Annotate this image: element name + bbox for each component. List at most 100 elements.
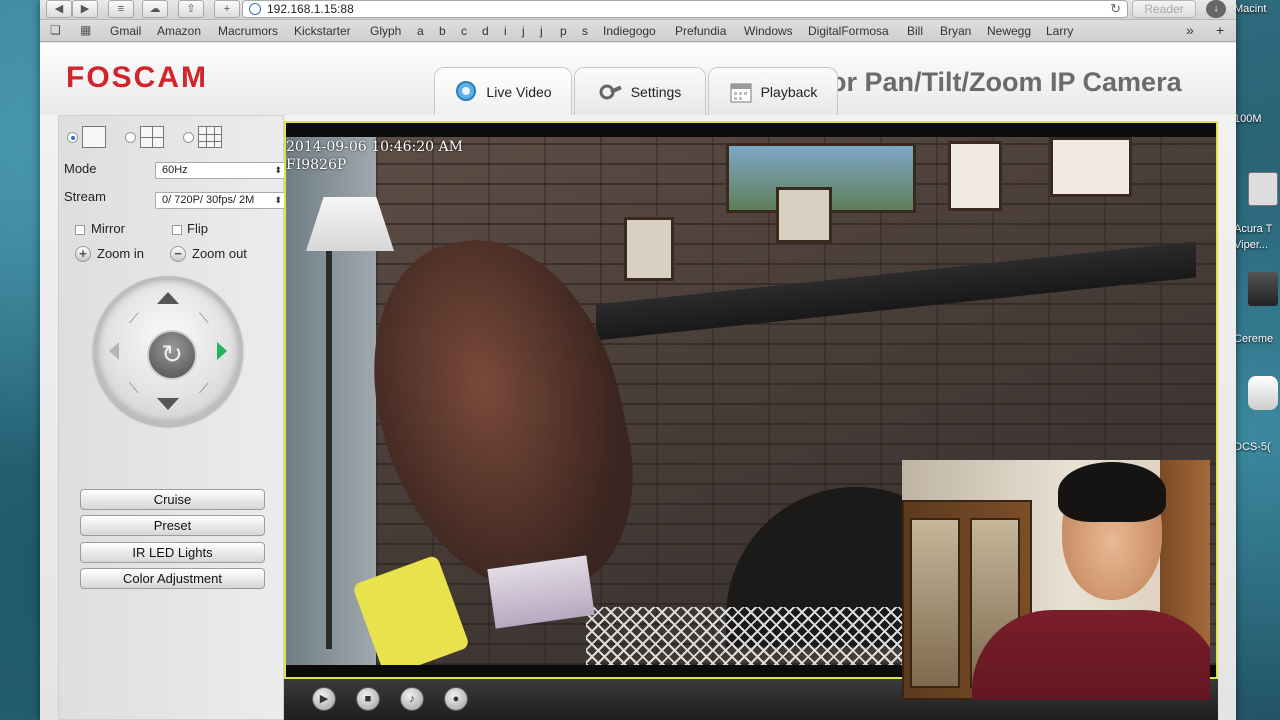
preset-button[interactable]: Preset xyxy=(80,515,265,536)
add-tab-icon[interactable]: + xyxy=(1216,22,1224,38)
scene-photo-frame xyxy=(624,217,674,281)
desktop-icons: Macint 100M Acura T Viper... Cereme DCS-… xyxy=(1234,0,1280,720)
desktop-label-viper: Viper... xyxy=(1234,239,1269,251)
layout-3x3-option[interactable] xyxy=(183,126,222,148)
zoom-out-icon[interactable]: − xyxy=(170,246,186,262)
cloud-icon[interactable]: ☁ xyxy=(142,0,168,18)
tab-live-video[interactable]: Live Video xyxy=(434,67,572,115)
stream-select[interactable]: 0/ 720P/ 30fps/ 2M ⬍ xyxy=(155,192,287,209)
tab-settings-label: Settings xyxy=(630,83,682,100)
camera-title: or Pan/Tilt/Zoom IP Camera xyxy=(830,67,1182,97)
desktop-label-acura[interactable]: Acura T xyxy=(1234,222,1280,236)
desktop-device-icon[interactable] xyxy=(1248,376,1278,410)
more-bookmarks-icon[interactable]: » xyxy=(1186,22,1194,38)
webcam-overlay xyxy=(902,460,1210,700)
bookmark-j1[interactable]: j xyxy=(522,24,525,38)
ptz-control-wheel[interactable]: ⟋ ⟍ ⟍ ⟋ ↻ xyxy=(93,276,243,426)
top-sites-icon[interactable]: ▦ xyxy=(80,24,94,36)
scene-lamp-pole xyxy=(326,249,332,649)
desktop-label-dcs[interactable]: DCS-5( xyxy=(1234,440,1280,454)
bookmark-prefundia[interactable]: Prefundia xyxy=(675,24,726,38)
bookmark-d[interactable]: d xyxy=(482,24,489,38)
layout-2x2-icon xyxy=(140,126,164,148)
bookmark-macrumors[interactable]: Macrumors xyxy=(218,24,278,38)
ir-led-lights-button[interactable]: IR LED Lights xyxy=(80,542,265,563)
history-icon[interactable]: ≡ xyxy=(108,0,134,18)
bookmark-amazon[interactable]: Amazon xyxy=(157,24,201,38)
layout-2x2-option[interactable] xyxy=(125,126,164,148)
back-button[interactable]: ◀ xyxy=(46,0,72,18)
tab-settings[interactable]: Settings xyxy=(574,67,706,115)
forward-button[interactable]: ▶ xyxy=(72,0,98,18)
bookmark-i[interactable]: i xyxy=(504,24,507,38)
bookmark-c[interactable]: c xyxy=(461,24,467,38)
desktop-label-ceremony[interactable]: Cereme xyxy=(1234,332,1280,346)
bookmark-windows[interactable]: Windows xyxy=(744,24,793,38)
bookmark-b[interactable]: b xyxy=(439,24,446,38)
ptz-up-right-icon[interactable]: ⟍ xyxy=(199,310,209,327)
bookmark-gmail[interactable]: Gmail xyxy=(110,24,141,38)
bookmark-p[interactable]: p xyxy=(560,24,567,38)
bookmark-kickstarter[interactable]: Kickstarter xyxy=(294,24,351,38)
tab-playback-label: Playback xyxy=(760,83,818,100)
reader-button[interactable]: Reader xyxy=(1132,0,1196,18)
bookmark-newegg[interactable]: Newegg xyxy=(987,24,1031,38)
video-timestamp: 2014-09-06 10:46:20 AM xyxy=(286,139,463,155)
bookmark-s[interactable]: s xyxy=(582,24,588,38)
reading-list-icon[interactable]: ❏ xyxy=(50,24,64,36)
page-header: FOSCAM or Pan/Tilt/Zoom IP Camera Live V… xyxy=(40,43,1236,115)
layout-1x1-option[interactable] xyxy=(67,126,106,148)
reload-icon[interactable]: ↻ xyxy=(1110,1,1121,17)
zoom-in-label[interactable]: Zoom in xyxy=(97,246,144,261)
bookmark-larry[interactable]: Larry xyxy=(1046,24,1073,38)
flip-checkbox[interactable] xyxy=(172,225,182,235)
layout-1x1-radio[interactable] xyxy=(67,131,78,143)
mirror-label: Mirror xyxy=(91,221,125,236)
bookmark-j2[interactable]: j xyxy=(540,24,543,38)
new-tab-button[interactable]: + xyxy=(214,0,240,18)
ptz-down-arrow-icon[interactable] xyxy=(157,398,179,410)
stop-icon[interactable]: ■ xyxy=(356,687,380,711)
ptz-down-left-icon[interactable]: ⟍ xyxy=(129,380,139,397)
desktop-label-100m[interactable]: 100M xyxy=(1234,112,1280,126)
globe-icon xyxy=(249,3,261,15)
address-text: 192.168.1.15:88 xyxy=(267,2,354,16)
bookmark-glyph[interactable]: Glyph xyxy=(370,24,401,38)
layout-2x2-radio[interactable] xyxy=(125,131,136,143)
bookmark-digitalformosa[interactable]: DigitalFormosa xyxy=(808,24,889,38)
desktop-photo-icon[interactable] xyxy=(1248,272,1278,306)
desktop-file-icon[interactable] xyxy=(1248,172,1278,206)
cruise-button[interactable]: Cruise xyxy=(80,489,265,510)
zoom-in-icon[interactable]: + xyxy=(75,246,91,262)
video-camera-id: FI9826P xyxy=(286,157,347,173)
color-adjustment-button[interactable]: Color Adjustment xyxy=(80,568,265,589)
foscam-logo: FOSCAM xyxy=(66,61,208,94)
layout-3x3-radio[interactable] xyxy=(183,131,194,143)
ptz-reset-button[interactable]: ↻ xyxy=(147,330,197,380)
ptz-left-arrow-icon[interactable] xyxy=(109,342,119,360)
bookmark-indiegogo[interactable]: Indiegogo xyxy=(603,24,656,38)
desktop-label-macintosh[interactable]: Macint xyxy=(1234,2,1280,16)
mode-select[interactable]: 60Hz ⬍ xyxy=(155,162,287,179)
zoom-out-label[interactable]: Zoom out xyxy=(192,246,247,261)
address-bar[interactable]: 192.168.1.15:88 ↻ xyxy=(242,0,1128,18)
ptz-up-left-icon[interactable]: ⟋ xyxy=(129,310,139,327)
scene-baby-gate xyxy=(586,607,916,665)
stream-value: 0/ 720P/ 30fps/ 2M xyxy=(162,194,255,206)
ptz-up-arrow-icon[interactable] xyxy=(157,292,179,304)
pip-cabinet-glass xyxy=(910,518,960,688)
bookmark-a[interactable]: a xyxy=(417,24,424,38)
browser-toolbar: ◀ ▶ ≡ ☁ ⇧ + 192.168.1.15:88 ↻ Reader ↓ xyxy=(40,0,1236,20)
play-icon[interactable]: ▶ xyxy=(312,687,336,711)
share-icon[interactable]: ⇧ xyxy=(178,0,204,18)
mirror-checkbox[interactable] xyxy=(75,225,85,235)
microphone-icon[interactable]: ● xyxy=(444,687,468,711)
ptz-down-right-icon[interactable]: ⟋ xyxy=(199,380,209,397)
tab-playback[interactable]: Playback xyxy=(708,67,838,115)
select-arrows-icon: ⬍ xyxy=(274,195,282,205)
audio-icon[interactable]: ♪ xyxy=(400,687,424,711)
bookmark-bill[interactable]: Bill xyxy=(907,24,923,38)
ptz-right-arrow-icon[interactable] xyxy=(217,342,227,360)
downloads-icon[interactable]: ↓ xyxy=(1206,0,1226,18)
bookmark-bryan[interactable]: Bryan xyxy=(940,24,971,38)
